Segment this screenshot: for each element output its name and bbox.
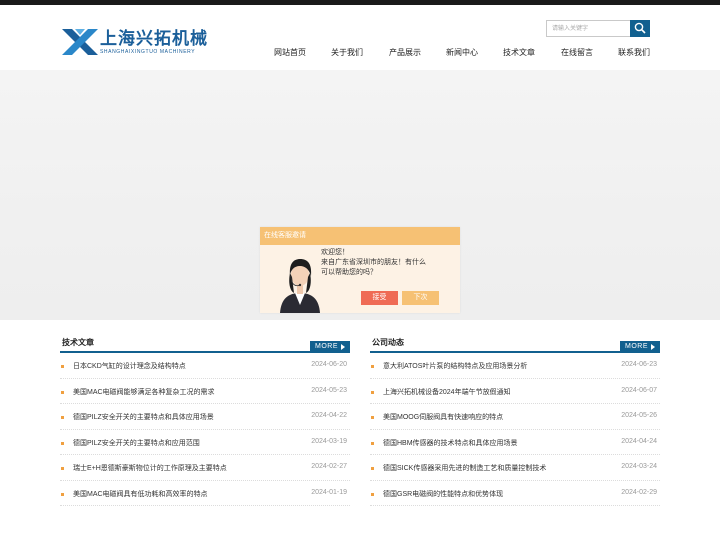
bullet-icon <box>61 492 64 496</box>
bullet-icon <box>371 441 374 445</box>
news-date: 2024-04-24 <box>621 437 657 445</box>
nav-item-news[interactable]: 新闻中心 <box>446 47 478 58</box>
list-item[interactable]: 美国MAC电磁阀能够满足各种复杂工况的需求 2024-05-23 <box>60 379 350 404</box>
article-date: 2024-02-27 <box>311 463 347 470</box>
chat-invite-popup: 在线客服邀请 欢迎您！ 来自广东省深圳市的朋友！有什么 可以帮助您的吗？ 接受 … <box>260 227 460 313</box>
site-header: 上海兴拓机械 SHANGHAIXINGTUO MACHINERY 网站首页 关于… <box>0 5 720 70</box>
company-news-panel: 公司动态 MORE 意大利ATOS叶片泵的结构特点及应用场景分析 2024-06-… <box>370 335 660 506</box>
chat-message-line: 可以帮助您的吗？ <box>321 269 377 276</box>
tech-articles-title: 技术文章 <box>62 338 94 347</box>
chat-message: 欢迎您！ 来自广东省深圳市的朋友！有什么 可以帮助您的吗？ <box>321 248 451 278</box>
article-title[interactable]: 美国MAC电磁阀具有低功耗和高效率的特点 <box>73 489 208 499</box>
nav-item-contact[interactable]: 联系我们 <box>618 47 650 58</box>
bullet-icon <box>61 365 64 368</box>
news-date: 2024-02-29 <box>621 488 657 496</box>
company-news-title: 公司动态 <box>372 338 404 347</box>
list-item[interactable]: 德国HBM传感器的技术特点和具体应用场景 2024-04-24 <box>370 430 660 455</box>
article-title[interactable]: 德国PILZ安全开关的主要特点和应用范围 <box>73 438 200 448</box>
list-item[interactable]: 意大利ATOS叶片泵的结构特点及应用场景分析 2024-06-23 <box>370 353 660 379</box>
chat-message-line: 来自广东省深圳市的朋友！有什么 <box>321 259 426 266</box>
company-news-header: 公司动态 MORE <box>370 335 660 353</box>
nav-item-home[interactable]: 网站首页 <box>274 47 306 58</box>
list-item[interactable]: 美国MAC电磁阀具有低功耗和高效率的特点 2024-01-19 <box>60 481 350 506</box>
bullet-icon <box>61 441 64 445</box>
bullet-icon <box>371 390 374 394</box>
chat-later-button[interactable]: 下次 <box>402 291 439 305</box>
company-news-list: 意大利ATOS叶片泵的结构特点及应用场景分析 2024-06-23 上海兴拓机械设… <box>370 353 660 506</box>
nav-item-about[interactable]: 关于我们 <box>331 47 363 58</box>
search-input[interactable] <box>546 20 632 37</box>
chat-accept-button[interactable]: 接受 <box>361 291 398 305</box>
news-title[interactable]: 上海兴拓机械设备2024年端午节放假通知 <box>383 387 511 397</box>
nav-item-message[interactable]: 在线留言 <box>561 47 593 58</box>
news-date: 2024-03-24 <box>621 463 657 470</box>
chat-invite-title: 在线客服邀请 <box>260 227 460 245</box>
tech-articles-list: 日本CKD气缸的设计理念及结构特点 2024-06-20 美国MAC电磁阀能够满足… <box>60 353 350 506</box>
news-title[interactable]: 德国GSR电磁阀的性能特点和优势体现 <box>383 489 503 499</box>
tech-articles-panel: 技术文章 MORE 日本CKD气缸的设计理念及结构特点 2024-06-20 美国… <box>60 335 350 506</box>
list-item[interactable]: 日本CKD气缸的设计理念及结构特点 2024-06-20 <box>60 353 350 379</box>
nav-item-articles[interactable]: 技术文章 <box>503 47 535 58</box>
search-icon <box>634 22 646 34</box>
tech-articles-more-button[interactable]: MORE <box>310 341 350 352</box>
logo-mark-icon <box>62 29 98 55</box>
bullet-icon <box>61 416 64 419</box>
customer-service-avatar-icon <box>280 259 320 313</box>
news-date: 2024-06-23 <box>621 361 657 368</box>
news-title[interactable]: 德国SICK传感器采用先进的制造工艺和质量控制技术 <box>383 463 546 473</box>
article-date: 2024-03-19 <box>311 437 347 445</box>
more-label: MORE <box>625 343 648 350</box>
news-date: 2024-05-26 <box>621 412 657 419</box>
news-date: 2024-06-07 <box>621 386 657 394</box>
list-item[interactable]: 上海兴拓机械设备2024年端午节放假通知 2024-06-07 <box>370 379 660 404</box>
more-label: MORE <box>315 343 338 350</box>
article-date: 2024-06-20 <box>311 361 347 368</box>
article-title[interactable]: 德国PILZ安全开关的主要特点和具体应用场景 <box>73 412 214 422</box>
article-title[interactable]: 美国MAC电磁阀能够满足各种复杂工况的需求 <box>73 387 215 397</box>
bullet-icon <box>371 416 374 419</box>
bullet-icon <box>371 365 374 368</box>
nav-item-products[interactable]: 产品展示 <box>389 47 421 58</box>
article-date: 2024-04-22 <box>311 412 347 419</box>
article-date: 2024-01-19 <box>311 488 347 496</box>
news-title[interactable]: 意大利ATOS叶片泵的结构特点及应用场景分析 <box>383 361 527 371</box>
bullet-icon <box>371 492 374 496</box>
news-title[interactable]: 德国HBM传感器的技术特点和具体应用场景 <box>383 438 518 448</box>
bullet-icon <box>61 390 64 394</box>
logo-chinese-name: 上海兴拓机械 <box>100 29 208 48</box>
bullet-icon <box>61 467 64 470</box>
company-news-more-button[interactable]: MORE <box>620 341 660 352</box>
main-nav: 网站首页 关于我们 产品展示 新闻中心 技术文章 在线留言 联系我们 <box>262 47 662 61</box>
list-item[interactable]: 德国SICK传感器采用先进的制造工艺和质量控制技术 2024-03-24 <box>370 455 660 481</box>
article-title[interactable]: 瑞士E+H恩德斯豪斯物位计的工作原理及主要特点 <box>73 463 227 473</box>
logo-english-name: SHANGHAIXINGTUO MACHINERY <box>100 49 196 55</box>
list-item[interactable]: 美国MOOG伺服阀具有快速响应的特点 2024-05-26 <box>370 404 660 430</box>
site-logo[interactable]: 上海兴拓机械 SHANGHAIXINGTUO MACHINERY <box>62 29 207 61</box>
tech-articles-header: 技术文章 MORE <box>60 335 350 353</box>
arrow-right-icon <box>651 344 655 350</box>
arrow-right-icon <box>341 344 345 350</box>
list-item[interactable]: 德国GSR电磁阀的性能特点和优势体现 2024-02-29 <box>370 481 660 506</box>
chat-message-line: 欢迎您！ <box>321 249 349 256</box>
news-title[interactable]: 美国MOOG伺服阀具有快速响应的特点 <box>383 412 503 422</box>
list-item[interactable]: 瑞士E+H恩德斯豪斯物位计的工作原理及主要特点 2024-02-27 <box>60 455 350 481</box>
list-item[interactable]: 德国PILZ安全开关的主要特点和应用范围 2024-03-19 <box>60 430 350 455</box>
list-item[interactable]: 德国PILZ安全开关的主要特点和具体应用场景 2024-04-22 <box>60 404 350 430</box>
search-button[interactable] <box>630 20 650 37</box>
bullet-icon <box>371 467 374 470</box>
article-title[interactable]: 日本CKD气缸的设计理念及结构特点 <box>73 361 186 371</box>
search-box <box>546 20 650 37</box>
article-date: 2024-05-23 <box>311 386 347 394</box>
